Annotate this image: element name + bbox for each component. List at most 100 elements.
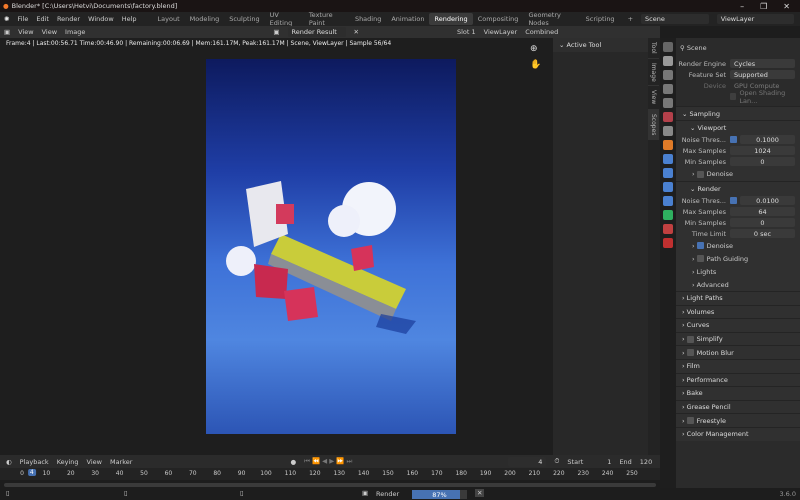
object-tab-icon[interactable]: [663, 140, 673, 150]
lights-subpanel[interactable]: › Lights: [676, 265, 800, 278]
editor-type-icon[interactable]: ◐: [6, 458, 12, 466]
menu-help[interactable]: Help: [122, 15, 137, 23]
playback-controls[interactable]: ⏮ ⏪ ◀ ▶ ⏩ ⏭: [304, 457, 352, 466]
view-layer-tab-icon[interactable]: [663, 84, 673, 94]
panel-freestyle[interactable]: › Freestyle: [676, 413, 800, 427]
panel-color-management[interactable]: › Color Management: [676, 426, 800, 441]
sampling-panel[interactable]: ⌄ Sampling: [676, 106, 800, 120]
panel-grease-pencil[interactable]: › Grease Pencil: [676, 399, 800, 414]
blender-menu-icon[interactable]: ✺: [4, 15, 9, 23]
stopwatch-icon[interactable]: ⏱: [554, 457, 559, 466]
feature-set-select[interactable]: Supported: [730, 70, 795, 79]
image-browse-icon[interactable]: ▣: [273, 28, 279, 36]
path-guiding-label[interactable]: Path Guiding: [707, 255, 749, 263]
image-menu[interactable]: Image: [65, 28, 85, 36]
tab-image[interactable]: Image: [648, 59, 659, 87]
constraints-tab-icon[interactable]: [663, 196, 673, 206]
render-tab-icon[interactable]: [663, 56, 673, 66]
render-engine-select[interactable]: Cycles: [730, 59, 795, 68]
maximize-button[interactable]: ❐: [760, 2, 767, 11]
collection-tab-icon[interactable]: [663, 126, 673, 136]
panel-checkbox[interactable]: [686, 335, 694, 343]
time-limit-field[interactable]: 0 sec: [730, 229, 795, 238]
image-name-field[interactable]: Render Result: [287, 27, 346, 37]
render-noise-field[interactable]: 0.0100: [740, 196, 795, 205]
minimize-button[interactable]: –: [740, 2, 744, 11]
panel-light-paths[interactable]: › Light Paths: [676, 291, 800, 305]
path-guiding-checkbox[interactable]: [696, 255, 704, 262]
workspace-tab-scripting[interactable]: Scripting: [581, 13, 620, 25]
panel-simplify[interactable]: › Simplify: [676, 331, 800, 346]
start-field[interactable]: 1: [607, 458, 611, 466]
render-denoise-label[interactable]: Denoise: [707, 242, 733, 250]
current-frame-field[interactable]: 4: [508, 456, 547, 467]
editor-type-icon[interactable]: ▣: [4, 28, 10, 36]
panel-checkbox[interactable]: [686, 417, 694, 425]
timeline-ruler[interactable]: 0 10 20 30 40 50 60 70 80 90 100 110 120 130 140 150 160…: [0, 468, 660, 480]
record-button[interactable]: ●: [290, 458, 296, 466]
zoom-icon[interactable]: ⊕: [530, 44, 538, 54]
viewport-noise-checkbox[interactable]: [730, 136, 737, 143]
viewport-min-field[interactable]: 0: [730, 157, 795, 166]
osl-checkbox[interactable]: [730, 93, 737, 100]
pass-selector[interactable]: Combined: [525, 28, 558, 36]
workspace-tab-sculpting[interactable]: Sculpting: [224, 13, 264, 25]
render-max-field[interactable]: 64: [730, 207, 795, 216]
menu-file[interactable]: File: [17, 15, 28, 23]
layer-selector[interactable]: ViewLayer: [484, 28, 518, 36]
view-menu-2[interactable]: View: [42, 28, 57, 36]
end-field[interactable]: 120: [640, 458, 652, 466]
scene-selector[interactable]: Scene: [641, 14, 709, 24]
viewport-denoise-checkbox[interactable]: [696, 170, 704, 178]
world-tab-icon[interactable]: [663, 112, 673, 122]
menu-edit[interactable]: Edit: [36, 15, 49, 23]
render-min-field[interactable]: 0: [730, 218, 795, 227]
panel-checkbox[interactable]: [686, 349, 694, 357]
texture-tab-icon[interactable]: [663, 238, 673, 248]
render-subpanel[interactable]: ⌄ Render: [676, 181, 800, 195]
close-button[interactable]: ✕: [783, 2, 790, 11]
workspace-tab-layout[interactable]: Layout: [153, 13, 185, 25]
tab-scopes[interactable]: Scopes: [648, 109, 659, 141]
panel-film[interactable]: › Film: [676, 358, 800, 373]
active-tool-header[interactable]: Active Tool: [567, 41, 602, 49]
panel-bake[interactable]: › Bake: [676, 386, 800, 400]
output-tab-icon[interactable]: [663, 70, 673, 80]
marker-menu[interactable]: Marker: [110, 458, 132, 466]
workspace-tab-compositing[interactable]: Compositing: [473, 13, 524, 25]
timeline-scrollbar[interactable]: [4, 483, 656, 487]
workspace-tab-animation[interactable]: Animation: [386, 13, 429, 25]
viewport-subpanel[interactable]: ⌄ Viewport: [676, 120, 800, 134]
workspace-tab-modeling[interactable]: Modeling: [185, 13, 225, 25]
modifier-tab-icon[interactable]: [663, 154, 673, 164]
view-menu[interactable]: View: [87, 458, 102, 466]
physics-tab-icon[interactable]: [663, 182, 673, 192]
material-tab-icon[interactable]: [663, 224, 673, 234]
menu-window[interactable]: Window: [88, 15, 114, 23]
playback-menu[interactable]: Playback: [20, 458, 49, 466]
particles-tab-icon[interactable]: [663, 168, 673, 178]
slot-selector[interactable]: Slot 1: [457, 28, 476, 36]
scene-tab-icon[interactable]: [663, 98, 673, 108]
viewport-max-field[interactable]: 1024: [730, 146, 795, 155]
advanced-subpanel[interactable]: › Advanced: [676, 278, 800, 291]
playhead[interactable]: 4: [27, 469, 36, 476]
close-image-icon[interactable]: ✕: [354, 28, 359, 36]
view-menu[interactable]: View: [18, 28, 33, 36]
pan-hand-icon[interactable]: ✋: [530, 60, 541, 70]
keying-menu[interactable]: Keying: [57, 458, 79, 466]
workspace-tab-rendering[interactable]: Rendering: [429, 13, 473, 25]
viewport-noise-field[interactable]: 0.1000: [740, 135, 795, 144]
panel-motion-blur[interactable]: › Motion Blur: [676, 345, 800, 359]
viewport-denoise-label[interactable]: Denoise: [707, 170, 733, 178]
viewlayer-selector[interactable]: ViewLayer: [716, 14, 795, 24]
panel-volumes[interactable]: › Volumes: [676, 304, 800, 319]
panel-performance[interactable]: › Performance: [676, 372, 800, 387]
cancel-render-button[interactable]: ✕: [475, 489, 485, 497]
panel-curves[interactable]: › Curves: [676, 318, 800, 332]
render-noise-checkbox[interactable]: [730, 197, 737, 204]
tab-tool[interactable]: Tool: [648, 38, 659, 59]
tool-tab-icon[interactable]: [663, 42, 673, 52]
workspace-tab-shading[interactable]: Shading: [350, 13, 386, 25]
add-workspace-button[interactable]: +: [628, 15, 633, 23]
